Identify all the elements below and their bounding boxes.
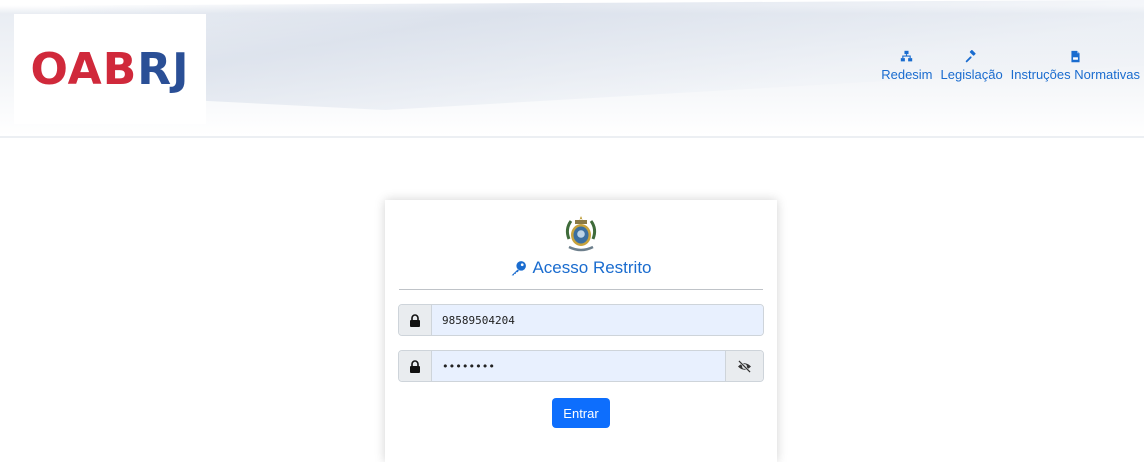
nav-item-instrucoes-normativas[interactable]: Instruções Normativas bbox=[1011, 50, 1140, 82]
password-addon bbox=[399, 351, 432, 381]
logo[interactable]: OABRJ bbox=[14, 14, 206, 124]
submit-button[interactable]: Entrar bbox=[552, 398, 610, 428]
sitemap-icon bbox=[901, 50, 913, 62]
file-pdf-icon bbox=[1071, 50, 1080, 63]
key-icon bbox=[512, 260, 527, 275]
logo-text-oab: OAB bbox=[30, 43, 138, 95]
nav-item-legislacao[interactable]: Legislação bbox=[941, 50, 1003, 82]
nav-label: Legislação bbox=[940, 67, 1003, 82]
nav-label: Instruções Normativas bbox=[1010, 67, 1140, 82]
username-group bbox=[398, 304, 764, 336]
username-input[interactable] bbox=[432, 305, 763, 335]
divider bbox=[399, 289, 763, 290]
nav-label: Redesim bbox=[881, 67, 933, 82]
eye-slash-icon bbox=[738, 359, 751, 373]
logo-text-rj: RJ bbox=[137, 43, 190, 95]
toggle-password-visibility[interactable] bbox=[725, 351, 763, 381]
lock-icon bbox=[410, 359, 420, 373]
gavel-icon bbox=[965, 50, 976, 63]
coat-of-arms-icon bbox=[565, 216, 597, 252]
header: OABRJ Redesim Legislação Instruções Norm… bbox=[0, 0, 1144, 138]
nav-item-redesim[interactable]: Redesim bbox=[881, 50, 933, 82]
top-nav: Redesim Legislação Instruções Normativas bbox=[881, 50, 1140, 82]
username-addon bbox=[399, 305, 432, 335]
login-card: Acesso Restrito Entrar bbox=[385, 200, 777, 462]
logo-text: OABRJ bbox=[30, 44, 189, 95]
password-group bbox=[398, 350, 764, 382]
login-title: Acesso Restrito bbox=[532, 258, 652, 277]
login-title-row: Acesso Restrito bbox=[385, 258, 777, 278]
lock-icon bbox=[410, 313, 420, 327]
password-input[interactable] bbox=[432, 351, 725, 381]
